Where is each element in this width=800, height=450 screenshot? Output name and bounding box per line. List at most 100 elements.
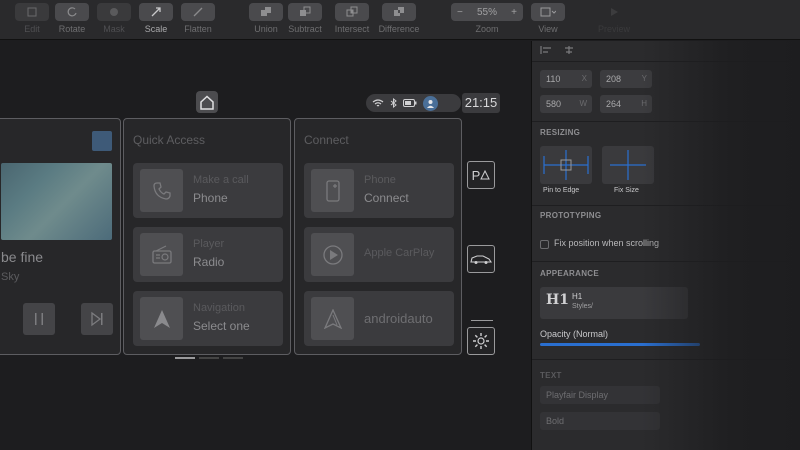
next-track-button[interactable] (81, 303, 113, 335)
gear-icon (473, 333, 489, 349)
subtract-button[interactable]: Subtract (283, 0, 327, 40)
page-dot[interactable] (223, 357, 243, 359)
fix-position-checkbox[interactable] (540, 240, 549, 249)
car-status-bar: 21:15 (0, 90, 503, 116)
vehicle-button[interactable] (467, 245, 495, 273)
settings-button[interactable] (467, 327, 495, 355)
h-value: 264 (606, 99, 622, 109)
difference-button[interactable]: Difference (374, 0, 424, 40)
subtract-icon (288, 3, 322, 21)
fix-position-label: Fix position when scrolling (554, 238, 660, 248)
h-unit: H (641, 99, 647, 108)
radio-tile[interactable]: Player Radio (133, 227, 283, 282)
height-field[interactable]: 264 H (600, 95, 652, 113)
prototyping-header: PROTOTYPING (540, 211, 602, 220)
x-value: 110 (546, 74, 561, 84)
opacity-label[interactable]: Opacity (Normal) (540, 329, 608, 339)
page-dot[interactable] (199, 357, 219, 359)
flatten-button[interactable]: Flatten (180, 0, 216, 40)
difference-label: Difference (378, 24, 420, 34)
mask-icon (97, 3, 131, 21)
divider (532, 359, 800, 360)
zoom-in-button[interactable]: + (511, 7, 517, 18)
home-button[interactable] (196, 91, 218, 113)
car-icon (470, 255, 492, 264)
flatten-label: Flatten (184, 24, 212, 34)
phone-tile[interactable]: Make a call Phone (133, 163, 283, 218)
battery-icon (403, 99, 417, 107)
carplay-icon (311, 233, 354, 276)
navigation-arrow-icon (140, 297, 183, 340)
quick-access-title: Quick Access (133, 133, 206, 147)
preview-button[interactable]: Preview (596, 0, 632, 40)
top-toolbar: Edit Rotate Mask Scale Flatten Union Sub… (0, 0, 800, 40)
connect-panel: Connect Phone Connect Apple CarPlay andr… (294, 118, 462, 355)
user-avatar-icon[interactable] (423, 95, 438, 111)
android-auto-tile[interactable]: androidauto (304, 291, 454, 346)
carplay-label: Apple CarPlay (364, 247, 435, 259)
flatten-icon (181, 3, 215, 21)
subtract-label: Subtract (288, 24, 322, 34)
radio-tile-label: Player (193, 238, 225, 250)
style-glyph: H1 (546, 292, 569, 308)
divider (471, 320, 493, 321)
x-field[interactable]: 110 X (540, 70, 592, 88)
difference-icon (382, 3, 416, 21)
phone-connect-value: Connect (364, 191, 409, 205)
divider (532, 61, 800, 62)
align-center-icon[interactable] (562, 45, 576, 55)
radio-icon (140, 233, 183, 276)
parking-label: P (471, 167, 481, 183)
y-field[interactable]: 208 Y (600, 70, 652, 88)
fix-size-icon (610, 150, 646, 180)
media-panel: be fine Sky (0, 118, 121, 355)
view-button[interactable]: View (530, 0, 566, 40)
mask-button[interactable]: Mask (96, 0, 132, 40)
divider (532, 205, 800, 206)
rotate-button[interactable]: Rotate (54, 0, 90, 40)
parking-assist-button[interactable]: P (467, 161, 495, 189)
pause-button[interactable] (23, 303, 55, 335)
scale-button[interactable]: Scale (138, 0, 174, 40)
phone-connect-tile[interactable]: Phone Connect (304, 163, 454, 218)
page-indicator (175, 357, 243, 359)
artist-name: Sky (1, 271, 20, 283)
phone-tile-value: Phone (193, 191, 228, 205)
pin-to-edge-icon (543, 150, 589, 180)
x-unit: X (581, 74, 587, 83)
pin-to-edge-label: Pin to Edge (543, 187, 580, 194)
font-weight-select[interactable]: Bold (540, 412, 660, 430)
w-value: 580 (546, 99, 562, 109)
page-dot-active[interactable] (175, 357, 195, 359)
carplay-tile[interactable]: Apple CarPlay (304, 227, 454, 282)
intersect-icon (335, 3, 369, 21)
zoom-label: Zoom (475, 24, 499, 34)
zoom-control: − 55% + Zoom (451, 0, 523, 40)
phone-tile-label: Make a call (193, 174, 249, 186)
edit-label: Edit (24, 24, 40, 34)
union-label: Union (254, 24, 278, 34)
width-field[interactable]: 580 W (540, 95, 592, 113)
navigation-tile-label: Navigation (193, 302, 245, 314)
rotate-icon (55, 3, 89, 21)
pin-to-edge-option[interactable] (540, 146, 592, 184)
align-left-icon[interactable] (540, 45, 554, 55)
union-button[interactable]: Union (248, 0, 284, 40)
opacity-slider[interactable] (540, 343, 700, 346)
clock: 21:15 (462, 93, 500, 113)
parking-sensor-icon (480, 170, 491, 180)
android-auto-wordmark: androidauto (364, 311, 433, 326)
zoom-value: 55% (476, 6, 497, 18)
media-options-button[interactable] (92, 131, 112, 151)
navigation-tile[interactable]: Navigation Select one (133, 291, 283, 346)
zoom-out-button[interactable]: − (457, 7, 463, 18)
connect-title: Connect (304, 133, 349, 147)
text-style-selector[interactable]: H1 H1 Styles/ (540, 287, 688, 319)
edit-button[interactable]: Edit (14, 0, 50, 40)
font-family-select[interactable]: Playfair Display (540, 386, 660, 404)
wifi-icon (372, 98, 384, 106)
fix-size-option[interactable] (602, 146, 654, 184)
intersect-button[interactable]: Intersect (328, 0, 376, 40)
skip-next-icon (91, 311, 103, 327)
rotate-label: Rotate (58, 24, 86, 34)
